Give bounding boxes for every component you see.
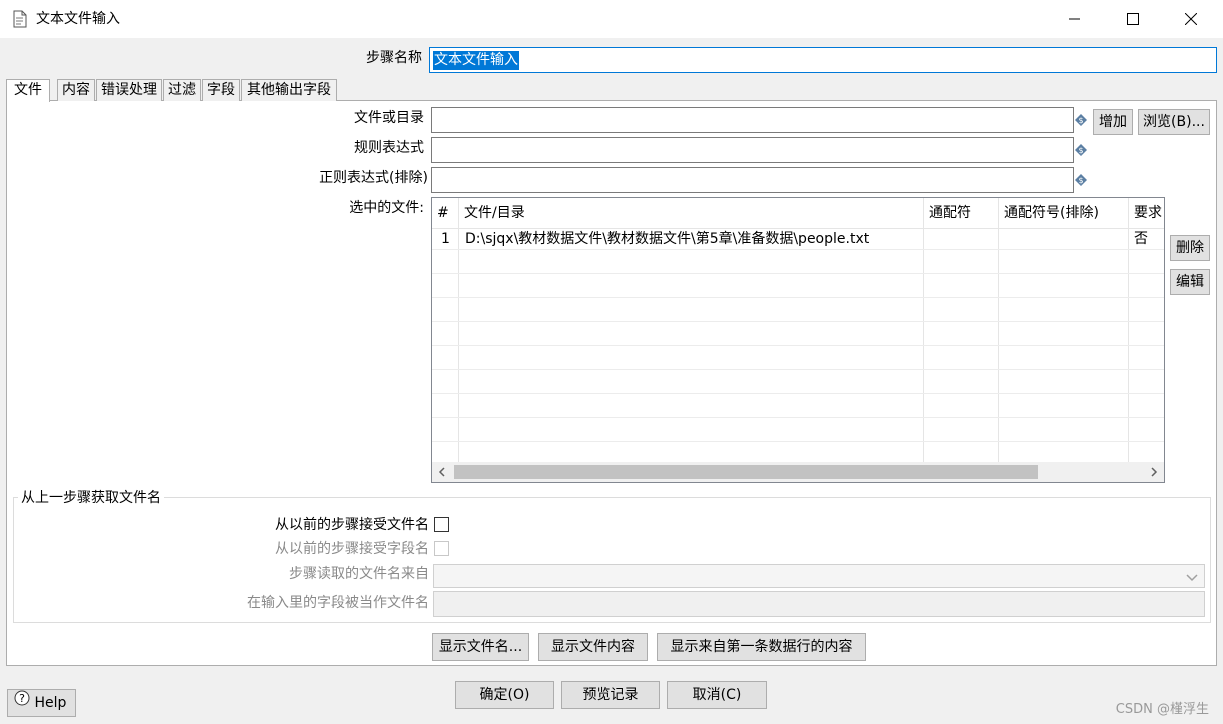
column-header-path[interactable]: 文件/目录: [459, 198, 924, 229]
svg-text:$: $: [1078, 146, 1083, 155]
regex-exclude-label: 正则表达式(排除): [319, 170, 428, 186]
horizontal-scrollbar[interactable]: [432, 462, 1164, 482]
column-header-wildcard[interactable]: 通配符: [924, 198, 999, 229]
table-header: # 文件/目录 通配符 通配符号(排除) 要求: [432, 198, 1164, 229]
field-as-filename-input[interactable]: [433, 591, 1205, 617]
step-name-label: 步骤名称: [366, 50, 422, 66]
ok-button[interactable]: 确定(O): [455, 681, 554, 709]
add-button[interactable]: 增加: [1093, 109, 1133, 135]
scroll-right-icon[interactable]: [1149, 465, 1159, 482]
table-cell-path[interactable]: D:\sjqx\教材数据文件\教材数据文件\第5章\准备数据\people.tx…: [465, 229, 920, 249]
show-first-row-button[interactable]: 显示来自第一条数据行的内容: [657, 633, 866, 661]
variable-icon[interactable]: $: [1075, 114, 1087, 126]
accept-fields-checkbox[interactable]: [434, 541, 449, 556]
column-divider: [458, 198, 459, 463]
tab-file[interactable]: 文件: [6, 79, 50, 102]
table-cell-required[interactable]: 否: [1134, 229, 1148, 249]
row-divider: [432, 321, 1164, 322]
scrollbar-thumb[interactable]: [454, 465, 1038, 479]
accept-fields-label: 从以前的步骤接受字段名: [275, 541, 429, 557]
row-divider: [432, 273, 1164, 274]
minimize-button[interactable]: [1046, 0, 1104, 38]
step-name-input[interactable]: 文本文件输入: [429, 47, 1217, 73]
column-divider: [998, 198, 999, 463]
tab-content[interactable]: 内容: [57, 79, 95, 101]
row-divider: [432, 369, 1164, 370]
row-divider: [432, 441, 1164, 442]
preview-records-button[interactable]: 预览记录: [561, 681, 660, 709]
tab-filter[interactable]: 过滤: [163, 79, 201, 101]
column-header-num[interactable]: #: [432, 198, 459, 229]
tab-fields[interactable]: 字段: [202, 79, 240, 101]
help-button[interactable]: ? Help: [7, 689, 76, 717]
maximize-icon: [1127, 13, 1139, 25]
regex-label: 规则表达式: [354, 140, 424, 156]
maximize-button[interactable]: [1104, 0, 1162, 38]
chevron-down-icon: [1186, 571, 1198, 587]
selected-files-table[interactable]: # 文件/目录 通配符 通配符号(排除) 要求 1 D:\sjqx\教材数据文件…: [431, 197, 1165, 483]
close-icon: [1185, 13, 1197, 25]
title-bar: [0, 0, 1223, 38]
variable-icon[interactable]: $: [1075, 144, 1087, 156]
edit-button[interactable]: 编辑: [1170, 269, 1210, 295]
scroll-left-icon[interactable]: [437, 465, 447, 482]
step-read-from-label: 步骤读取的文件名来自: [289, 566, 429, 582]
prev-step-group-title: 从上一步骤获取文件名: [18, 488, 164, 508]
window-title: 文本文件输入: [36, 11, 120, 27]
browse-button[interactable]: 浏览(B)...: [1138, 109, 1210, 135]
file-or-dir-input[interactable]: [431, 107, 1074, 133]
show-filenames-button[interactable]: 显示文件名...: [432, 633, 529, 661]
regex-exclude-input[interactable]: [431, 167, 1074, 193]
column-header-wildcard-exclude[interactable]: 通配符号(排除): [999, 198, 1129, 229]
variable-icon[interactable]: $: [1075, 174, 1087, 186]
help-label: Help: [34, 695, 67, 711]
minimize-icon: [1069, 13, 1081, 25]
selected-files-label: 选中的文件:: [349, 200, 424, 216]
column-header-required[interactable]: 要求: [1129, 198, 1164, 229]
step-name-value: 文本文件输入: [433, 51, 519, 70]
tab-error-handling[interactable]: 错误处理: [96, 79, 162, 101]
accept-filenames-checkbox[interactable]: [434, 517, 449, 532]
column-divider: [923, 198, 924, 463]
document-icon: [12, 10, 28, 28]
help-icon: ?: [14, 689, 30, 715]
delete-button[interactable]: 删除: [1170, 235, 1210, 261]
row-divider: [432, 249, 1164, 250]
svg-text:?: ?: [19, 692, 25, 705]
accept-filenames-label: 从以前的步骤接受文件名: [275, 517, 429, 533]
show-file-content-button[interactable]: 显示文件内容: [538, 633, 648, 661]
table-cell-num[interactable]: 1: [441, 229, 450, 249]
row-divider: [432, 417, 1164, 418]
step-read-from-select[interactable]: [433, 564, 1205, 588]
cancel-button[interactable]: 取消(C): [667, 681, 767, 709]
row-divider: [432, 297, 1164, 298]
svg-text:$: $: [1078, 116, 1083, 125]
row-divider: [432, 345, 1164, 346]
column-divider: [1128, 198, 1129, 463]
close-button[interactable]: [1162, 0, 1220, 38]
regex-input[interactable]: [431, 137, 1074, 163]
svg-text:$: $: [1078, 176, 1083, 185]
tab-other-output-fields[interactable]: 其他输出字段: [241, 79, 337, 101]
row-divider: [432, 393, 1164, 394]
watermark: CSDN @槿浮生: [1115, 702, 1209, 717]
file-or-dir-label: 文件或目录: [354, 110, 424, 126]
field-as-filename-label: 在输入里的字段被当作文件名: [247, 595, 429, 611]
